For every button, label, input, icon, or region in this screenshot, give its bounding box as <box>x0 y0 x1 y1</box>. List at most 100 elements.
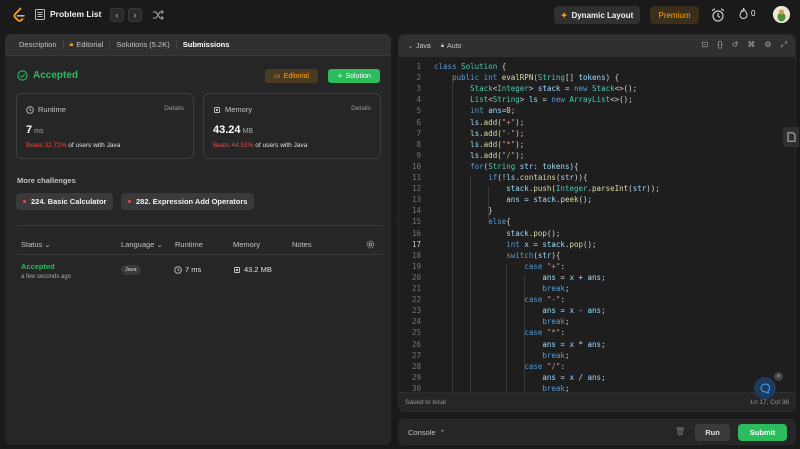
runtime-details-link[interactable]: Details <box>164 105 184 112</box>
solution-button[interactable]: + Solution <box>328 69 380 83</box>
runtime-card[interactable]: Runtime Details 7 ms Beats 32.72% of user… <box>16 93 194 159</box>
code-line[interactable]: break; <box>434 284 569 293</box>
memory-details-link[interactable]: Details <box>351 105 371 112</box>
fire-icon <box>739 8 748 19</box>
plus-icon: + <box>337 71 343 81</box>
tab-description[interactable]: Description <box>13 34 63 56</box>
tab-solutions[interactable]: Solutions (5.2K) <box>110 34 175 56</box>
code-line[interactable]: int x = stack.pop(); <box>434 240 596 249</box>
top-bar: Problem List ‹ › ✦ Dynamic Layout Premiu… <box>0 0 800 30</box>
gear-icon[interactable]: ⚙ <box>764 40 771 50</box>
console-toggle[interactable]: Console ⌃ <box>408 428 445 437</box>
code-line[interactable]: public int evalRPN(String[] tokens) { <box>434 73 619 82</box>
language-column-header[interactable]: Language ⌄ <box>121 240 163 249</box>
panel-resize-handle[interactable]: ⋮ <box>393 217 399 227</box>
runtime-beats-pct: Beats 32.72% <box>26 142 67 149</box>
runtime-unit: ms <box>34 128 44 135</box>
run-button[interactable]: Run <box>695 424 730 441</box>
challenge-chip[interactable]: 282. Expression Add Operators <box>121 193 255 210</box>
run-label: Run <box>705 428 720 437</box>
code-line[interactable]: Stack<Integer> stack = new Stack<>(); <box>434 84 637 93</box>
problem-list-link[interactable]: Problem List <box>50 9 101 19</box>
clock-icon <box>26 105 34 114</box>
settings-gear-icon[interactable] <box>366 240 375 249</box>
code-line[interactable]: ls.add("/"); <box>434 151 524 160</box>
line-number: 28 <box>411 361 421 371</box>
shuffle-icon[interactable] <box>151 8 165 22</box>
challenge-chip[interactable]: 224. Basic Calculator <box>16 193 114 210</box>
streak-counter[interactable]: 0 <box>739 8 755 19</box>
code-line[interactable]: ans = x - ans; <box>434 306 605 315</box>
saved-status: Saved to local <box>405 399 446 406</box>
line-number: 3 <box>416 84 421 94</box>
code-line[interactable]: break; <box>434 317 569 326</box>
language-select[interactable]: ⌄ Java <box>408 43 431 50</box>
code-line[interactable]: List<String> ls = new ArrayList<>(); <box>434 95 633 104</box>
code-line[interactable]: case "*": <box>434 328 565 337</box>
dynamic-layout-label: Dynamic Layout <box>571 10 634 20</box>
memory-value: 43.24 MB <box>213 124 253 136</box>
code-line[interactable]: ans = stack.peek(); <box>434 195 592 204</box>
code-line[interactable]: else{ <box>434 217 511 226</box>
memory-beats-pct: Beats 44.52% <box>213 142 254 149</box>
line-number: 23 <box>411 306 421 316</box>
trash-icon[interactable]: 🗑︎ <box>675 427 685 436</box>
notes-side-button[interactable] <box>783 127 799 147</box>
editor-toolbar: ⌄ Java 🔒︎ Auto ⊡ {} ↺ ⌘ ⚙ ⤢ <box>399 35 795 57</box>
submit-button[interactable]: Submit <box>738 424 787 441</box>
shortcut-icon[interactable]: ⌘ <box>747 40 755 50</box>
tab-submissions[interactable]: Submissions <box>177 34 236 56</box>
code-line[interactable]: stack.push(Integer.parseInt(str)); <box>434 184 660 193</box>
fullscreen-icon[interactable]: ⤢ <box>781 40 787 50</box>
row-runtime-value: 7 ms <box>185 265 202 274</box>
divider <box>17 225 383 226</box>
avatar-image-icon <box>773 6 790 23</box>
result-status: Accepted <box>17 70 78 81</box>
sparkle-icon: ✦ <box>560 10 568 20</box>
code-line[interactable]: class Solution { <box>434 62 506 71</box>
code-line[interactable]: break; <box>434 351 569 360</box>
code-line[interactable]: for(String str: tokens){ <box>434 162 578 171</box>
code-line[interactable]: int ans=0; <box>434 106 515 115</box>
chip-icon <box>214 106 220 113</box>
line-number: 10 <box>411 161 421 171</box>
bookmark-icon[interactable]: ⊡ <box>702 40 709 50</box>
editorial-button[interactable]: ▭ Editorial <box>265 69 318 83</box>
code-line[interactable]: ans = x * ans; <box>434 340 605 349</box>
next-problem-button[interactable]: › <box>128 8 142 22</box>
code-line[interactable]: case "-": <box>434 295 565 304</box>
tab-editorial[interactable]: 🔒︎ Editorial <box>64 34 110 56</box>
code-area[interactable]: 1 class Solution {2 public int evalRPN(St… <box>399 57 795 397</box>
row-status[interactable]: Accepted <box>21 262 55 271</box>
braces-icon[interactable]: {} <box>717 40 722 50</box>
code-line[interactable]: ls.add("+"); <box>434 118 524 127</box>
premium-button[interactable]: Premium <box>650 6 699 24</box>
problem-list-icon[interactable] <box>35 9 45 20</box>
status-column-header[interactable]: Status ⌄ <box>21 240 51 249</box>
runtime-column-header: Runtime <box>175 240 203 249</box>
code-line[interactable]: ans = x / ans; <box>434 373 605 382</box>
code-line[interactable]: ls.add("-"); <box>434 129 524 138</box>
avatar[interactable] <box>773 6 790 23</box>
line-number: 22 <box>411 295 421 305</box>
runtime-label: Runtime <box>26 105 66 114</box>
language-label: Java <box>416 42 431 50</box>
autocomplete-toggle[interactable]: 🔒︎ Auto <box>441 43 462 50</box>
code-line[interactable]: ls.add("*"); <box>434 140 524 149</box>
alarm-clock-icon[interactable] <box>710 7 726 23</box>
chip-icon <box>234 266 240 273</box>
code-line[interactable]: case "/": <box>434 362 565 371</box>
editor-status-bar: Saved to local Ln 17, Col 36 <box>399 392 795 411</box>
code-line[interactable]: ans = x + ans; <box>434 273 605 282</box>
chat-assistant-button[interactable] <box>754 377 776 399</box>
prev-problem-button[interactable]: ‹ <box>110 8 124 22</box>
leetcode-logo-icon[interactable] <box>11 7 27 23</box>
dynamic-layout-button[interactable]: ✦ Dynamic Layout <box>554 6 640 24</box>
memory-card[interactable]: Memory Details 43.24 MB Beats 44.52% of u… <box>203 93 381 159</box>
reset-icon[interactable]: ↺ <box>732 40 739 50</box>
memory-beats: Beats 44.52% of users with Java <box>213 142 307 149</box>
code-line[interactable]: } <box>434 206 493 215</box>
code-line[interactable]: if(!ls.contains(str)){ <box>434 173 587 182</box>
code-line[interactable]: case "+": <box>434 262 565 271</box>
close-icon[interactable]: × <box>774 372 783 381</box>
